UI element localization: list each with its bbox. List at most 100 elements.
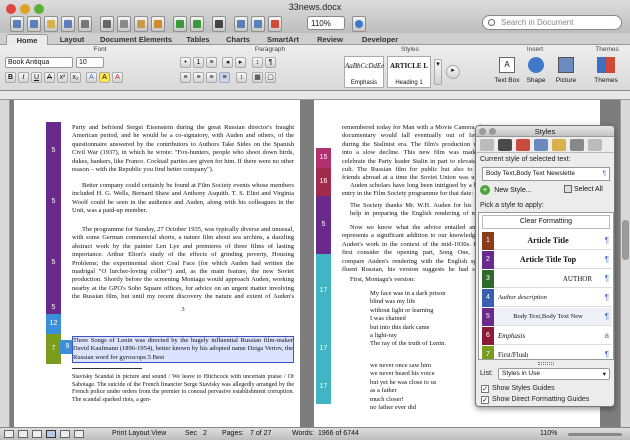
align-right-button[interactable]: ≡ <box>206 72 217 83</box>
styles-scroll-button[interactable]: ▾ <box>434 59 442 85</box>
text-box-button[interactable]: A Text Box <box>494 55 520 89</box>
cut-button[interactable] <box>100 16 114 32</box>
toolbox-reference-icon[interactable] <box>498 139 512 151</box>
bullets-button[interactable]: • <box>180 57 191 68</box>
highlight-button[interactable]: A <box>99 72 110 83</box>
poem-stanza[interactable]: we never once saw him we never heard his… <box>370 362 486 414</box>
body-paragraph[interactable]: remembered today for Man with a Movie Ca… <box>342 124 486 180</box>
shading-button[interactable]: ▦ <box>252 72 263 83</box>
redo-button[interactable] <box>190 16 204 32</box>
show-paragraph-marks-button[interactable]: ¶ <box>265 57 276 68</box>
notebook-view-button[interactable] <box>60 430 70 438</box>
block-quote[interactable]: The Society thanks Mr. W.H. Auden for hi… <box>350 202 486 219</box>
show-formatting-button[interactable] <box>212 16 226 32</box>
strikethrough-button[interactable]: A <box>44 72 55 83</box>
toolbox-scrapbook-icon[interactable] <box>534 139 548 151</box>
right-scrollbar[interactable] <box>620 100 630 427</box>
justify-button[interactable]: ≡ <box>219 72 230 83</box>
style-item-first-flush[interactable]: 7 First/Flush ¶ <box>482 346 612 359</box>
font-color-button[interactable]: A <box>112 72 123 83</box>
toolbox-compatibility-icon[interactable] <box>552 139 566 151</box>
multilevel-button[interactable]: ≡ <box>206 57 217 68</box>
panel-close-button[interactable] <box>479 128 486 135</box>
toolbox-search-icon[interactable] <box>588 139 602 151</box>
footnote-text[interactable]: Stavisky Scandal in picture and sound / … <box>72 374 294 416</box>
horizontal-ruler[interactable] <box>0 91 630 100</box>
font-name-select[interactable]: Book Antiqua <box>5 57 73 68</box>
toolbox-styles-icon[interactable] <box>480 139 494 151</box>
poem-stanza[interactable]: My face was in a dark prison blind was m… <box>370 290 486 352</box>
new-document-button[interactable] <box>10 16 24 32</box>
print-button[interactable] <box>78 16 92 32</box>
panel-collapse-button[interactable] <box>489 128 496 135</box>
shape-button[interactable]: Shape <box>524 55 548 89</box>
clear-formatting-item[interactable]: Clear Formatting <box>482 215 610 229</box>
style-item-author[interactable]: 3 AUTHOR ¶ <box>482 270 612 288</box>
scroll-thumb[interactable] <box>622 220 629 260</box>
text-effects-button[interactable]: A <box>86 72 97 83</box>
full-screen-view-button[interactable] <box>74 430 84 438</box>
superscript-button[interactable]: x² <box>57 72 68 83</box>
selected-paragraph[interactable]: Three Songs of Lenin was directed by the… <box>72 336 294 363</box>
style-box-heading-1[interactable]: ARTICLE L Heading 1 <box>387 56 431 88</box>
italic-button[interactable]: I <box>18 72 29 83</box>
style-item-body-text[interactable]: 5 Body Text,Body Text New ¶ <box>482 308 612 326</box>
toolbox-citations-icon[interactable] <box>516 139 530 151</box>
tab-document-elements[interactable]: Document Elements <box>96 34 176 45</box>
align-center-button[interactable]: ≡ <box>193 72 204 83</box>
decrease-indent-button[interactable]: ◂ <box>222 57 233 68</box>
outline-view-button[interactable] <box>18 430 28 438</box>
zoom-slider[interactable] <box>568 433 622 436</box>
open-button[interactable] <box>44 16 58 32</box>
save-button[interactable] <box>61 16 75 32</box>
styles-pane-button[interactable]: ▸ <box>446 65 460 79</box>
body-paragraph[interactable]: First, Montagu's version: <box>350 276 486 285</box>
style-item-author-description[interactable]: 4 Author description ¶ <box>482 289 612 307</box>
picture-button[interactable]: Picture <box>552 55 580 89</box>
media-browser-button[interactable] <box>268 16 282 32</box>
body-paragraph[interactable]: The programme for Sunday, 27 October 193… <box>72 226 294 302</box>
zoom-select[interactable]: 110% <box>307 16 345 30</box>
underline-button[interactable]: U <box>31 72 42 83</box>
search-input[interactable]: Search in Document <box>482 15 622 30</box>
body-paragraph[interactable]: Auden scholars have long been intrigued … <box>342 182 486 199</box>
tab-smartart[interactable]: SmartArt <box>260 34 306 45</box>
style-item-emphasis[interactable]: 6 Emphasis a <box>482 327 612 345</box>
style-item-article-title[interactable]: 1 Article Title ¶ <box>482 232 612 250</box>
subscript-button[interactable]: x₂ <box>70 72 81 83</box>
format-painter-button[interactable] <box>151 16 165 32</box>
body-paragraph[interactable]: Better company could certainly be found … <box>72 182 294 224</box>
draft-view-button[interactable] <box>4 430 14 438</box>
style-item-article-title-top[interactable]: 2 Article Title Top ¶ <box>482 251 612 269</box>
sort-button[interactable]: ↕ <box>252 57 263 68</box>
tab-developer[interactable]: Developer <box>354 34 406 45</box>
copy-button[interactable] <box>117 16 131 32</box>
tab-review[interactable]: Review <box>310 34 350 45</box>
show-styles-guides-checkbox[interactable]: ✓ <box>481 385 489 393</box>
tab-home[interactable]: Home <box>6 34 48 45</box>
numbering-button[interactable]: 1 <box>193 57 204 68</box>
show-direct-formatting-checkbox[interactable]: ✓ <box>481 396 489 404</box>
toolbox-project-icon[interactable] <box>570 139 584 151</box>
help-button[interactable] <box>352 16 366 32</box>
bold-button[interactable]: B <box>5 72 16 83</box>
tab-charts[interactable]: Charts <box>220 34 256 45</box>
tab-tables[interactable]: Tables <box>180 34 216 45</box>
select-all-button[interactable]: Select All <box>564 185 614 197</box>
list-filter-select[interactable]: Styles in Use ▾ <box>498 368 610 380</box>
themes-button[interactable]: Themes <box>588 55 624 89</box>
align-left-button[interactable]: ≡ <box>180 72 191 83</box>
paste-button[interactable] <box>134 16 148 32</box>
list-resize-handle[interactable] <box>538 362 554 365</box>
line-spacing-button[interactable]: ↕ <box>236 72 247 83</box>
undo-button[interactable] <box>173 16 187 32</box>
body-paragraph[interactable]: Party and befriend Sergei Eisenstein dur… <box>72 124 294 182</box>
body-paragraph[interactable]: Now we know what the advice entailed and… <box>342 224 486 274</box>
borders-button[interactable]: ▢ <box>265 72 276 83</box>
new-style-button[interactable]: + New Style... <box>480 185 560 197</box>
style-box-emphasis[interactable]: AaBbCcDdEe Emphasis <box>344 56 384 88</box>
font-size-select[interactable]: 10 <box>76 57 104 68</box>
increase-indent-button[interactable]: ▸ <box>235 57 246 68</box>
sidebar-button[interactable] <box>234 16 248 32</box>
tab-layout[interactable]: Layout <box>52 34 92 45</box>
